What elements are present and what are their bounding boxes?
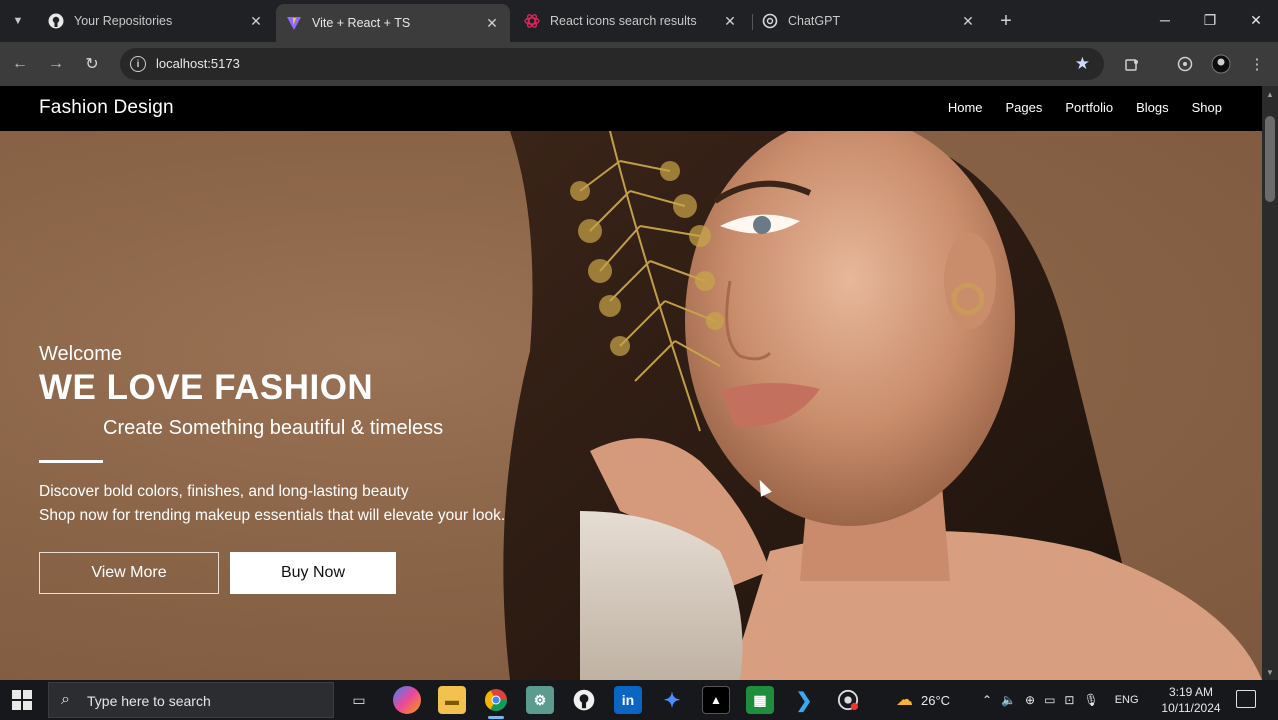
extensions-icon[interactable] <box>1120 52 1144 76</box>
taskbar-clock[interactable]: 3:19 AM 10/11/2024 <box>1156 684 1226 716</box>
weather-widget[interactable]: ☁ 26°C <box>896 680 950 720</box>
network-icon[interactable]: ⊕ <box>1025 693 1035 707</box>
react-icons-icon <box>524 13 540 29</box>
tab-chatgpt[interactable]: ChatGPT ✕ <box>752 4 986 38</box>
profile-avatar-icon[interactable] <box>1209 52 1233 76</box>
hero-subline: Create Something beautiful & timeless <box>103 417 444 439</box>
site-info-icon[interactable]: i <box>130 56 146 72</box>
reload-icon[interactable]: ↻ <box>79 51 105 77</box>
close-icon[interactable]: ✕ <box>960 13 976 29</box>
microphone-icon[interactable]: 🎙 <box>1083 693 1098 707</box>
hero-model-image <box>503 131 1262 680</box>
gemini-icon[interactable]: ✦ <box>658 686 686 714</box>
nav-link-home[interactable]: Home <box>948 100 983 115</box>
display-icon[interactable]: ⊡ <box>1064 693 1074 707</box>
chatgpt-icon <box>762 13 778 29</box>
taskbar-search-box[interactable]: ⌕ Type here to search <box>48 682 334 718</box>
tab-vite-react-ts[interactable]: Vite + React + TS ✕ <box>276 4 510 42</box>
task-view-icon[interactable]: ▭ <box>345 686 373 714</box>
windows-start-icon[interactable] <box>12 690 32 710</box>
taskbar-search-placeholder: Type here to search <box>87 693 211 709</box>
scroll-up-icon[interactable]: ▲ <box>1266 90 1274 99</box>
hero-description-line-2: Shop now for trending makeup essentials … <box>39 507 506 524</box>
minimize-icon[interactable]: ─ <box>1150 8 1180 32</box>
linkedin-icon[interactable]: in <box>614 686 642 714</box>
tab-search-chevron-icon[interactable]: ▼ <box>4 8 32 34</box>
page-scrollbar[interactable]: ▲ ▼ <box>1262 86 1278 680</box>
language-indicator[interactable]: ENG <box>1115 694 1139 706</box>
tab-title: Your Repositories <box>74 14 173 28</box>
volume-icon[interactable]: 🔈 <box>1001 693 1016 707</box>
tab-your-repositories[interactable]: Your Repositories ✕ <box>38 4 274 38</box>
copilot-icon[interactable] <box>393 686 421 714</box>
app-icon[interactable]: ▲ <box>702 686 730 714</box>
weather-icon: ☁ <box>896 690 913 709</box>
nav-link-pages[interactable]: Pages <box>1006 100 1043 115</box>
restore-icon[interactable]: ❐ <box>1195 8 1225 32</box>
nav-link-shop[interactable]: Shop <box>1192 100 1222 115</box>
show-hidden-icons-icon[interactable]: ⌃ <box>982 693 992 707</box>
chrome-profile-icon[interactable] <box>834 686 862 714</box>
clock-time: 3:19 AM <box>1168 685 1214 699</box>
sheets-icon[interactable]: ▦ <box>746 686 774 714</box>
hero-headline: WE LOVE FASHION <box>39 368 374 407</box>
vite-icon <box>286 15 302 31</box>
search-icon: ⌕ <box>61 691 70 708</box>
hero-description-line-1: Discover bold colors, finishes, and long… <box>39 483 409 500</box>
browser-menu-icon[interactable]: ⋮ <box>1245 52 1269 76</box>
chrome-labs-icon[interactable] <box>1173 52 1197 76</box>
address-url: localhost:5173 <box>156 56 240 71</box>
close-icon[interactable]: ✕ <box>248 13 264 29</box>
clock-date: 10/11/2024 <box>1161 701 1221 715</box>
scroll-down-icon[interactable]: ▼ <box>1266 668 1274 677</box>
hero-divider <box>39 460 103 463</box>
new-tab-button[interactable]: + <box>994 9 1018 33</box>
system-tray-icons: ⌃ 🔈 ⊕ ▭ ⊡ 🎙 ENG <box>982 680 1139 720</box>
close-icon[interactable]: ✕ <box>722 13 738 29</box>
file-explorer-icon[interactable]: ▬ <box>438 686 466 714</box>
hero-section: Welcome WE LOVE FASHION Create Something… <box>0 131 1262 680</box>
weather-temperature: 26°C <box>921 692 951 708</box>
notification-center-icon[interactable] <box>1236 690 1256 708</box>
close-icon[interactable]: ✕ <box>484 15 500 31</box>
site-navbar: Fashion Design Home Pages Portfolio Blog… <box>0 86 1262 131</box>
address-bar[interactable]: i localhost:5173 ★ <box>120 48 1104 80</box>
github-desktop-icon[interactable] <box>570 686 598 714</box>
view-more-button[interactable]: View More <box>39 552 219 594</box>
tab-title: React icons search results <box>550 14 697 28</box>
vscode-icon[interactable]: ❯ <box>790 686 818 714</box>
forward-arrow-icon[interactable]: → <box>43 51 69 77</box>
scroll-thumb[interactable] <box>1265 116 1275 202</box>
tab-react-icons[interactable]: React icons search results ✕ <box>514 4 748 38</box>
buy-now-button[interactable]: Buy Now <box>230 552 396 594</box>
page-viewport: Fashion Design Home Pages Portfolio Blog… <box>0 86 1262 680</box>
chatgpt-app-icon[interactable]: ⚙ <box>526 686 554 714</box>
battery-icon[interactable]: ▭ <box>1044 693 1055 707</box>
nav-link-portfolio[interactable]: Portfolio <box>1065 100 1113 115</box>
browser-tab-strip: ▼ Your Repositories ✕ Vite + React + TS … <box>0 0 1278 42</box>
chrome-icon[interactable] <box>482 686 510 719</box>
hero-welcome: Welcome <box>39 343 122 365</box>
github-icon <box>48 13 64 29</box>
back-arrow-icon[interactable]: ← <box>7 51 33 77</box>
bookmark-star-icon[interactable]: ★ <box>1075 54 1090 74</box>
browser-toolbar: ← → ↻ i localhost:5173 ★ ⋮ <box>0 42 1278 86</box>
tab-title: ChatGPT <box>788 14 841 28</box>
site-nav-links: Home Pages Portfolio Blogs Shop <box>925 100 1222 115</box>
window-close-icon[interactable]: ✕ <box>1241 8 1271 32</box>
windows-taskbar: ⌕ Type here to search ▭ ▬ ⚙ in ✦ ▲ ▦ ❯ ☁… <box>0 680 1278 720</box>
tab-title: Vite + React + TS <box>312 16 411 30</box>
nav-link-blogs[interactable]: Blogs <box>1136 100 1169 115</box>
site-brand[interactable]: Fashion Design <box>39 97 174 119</box>
